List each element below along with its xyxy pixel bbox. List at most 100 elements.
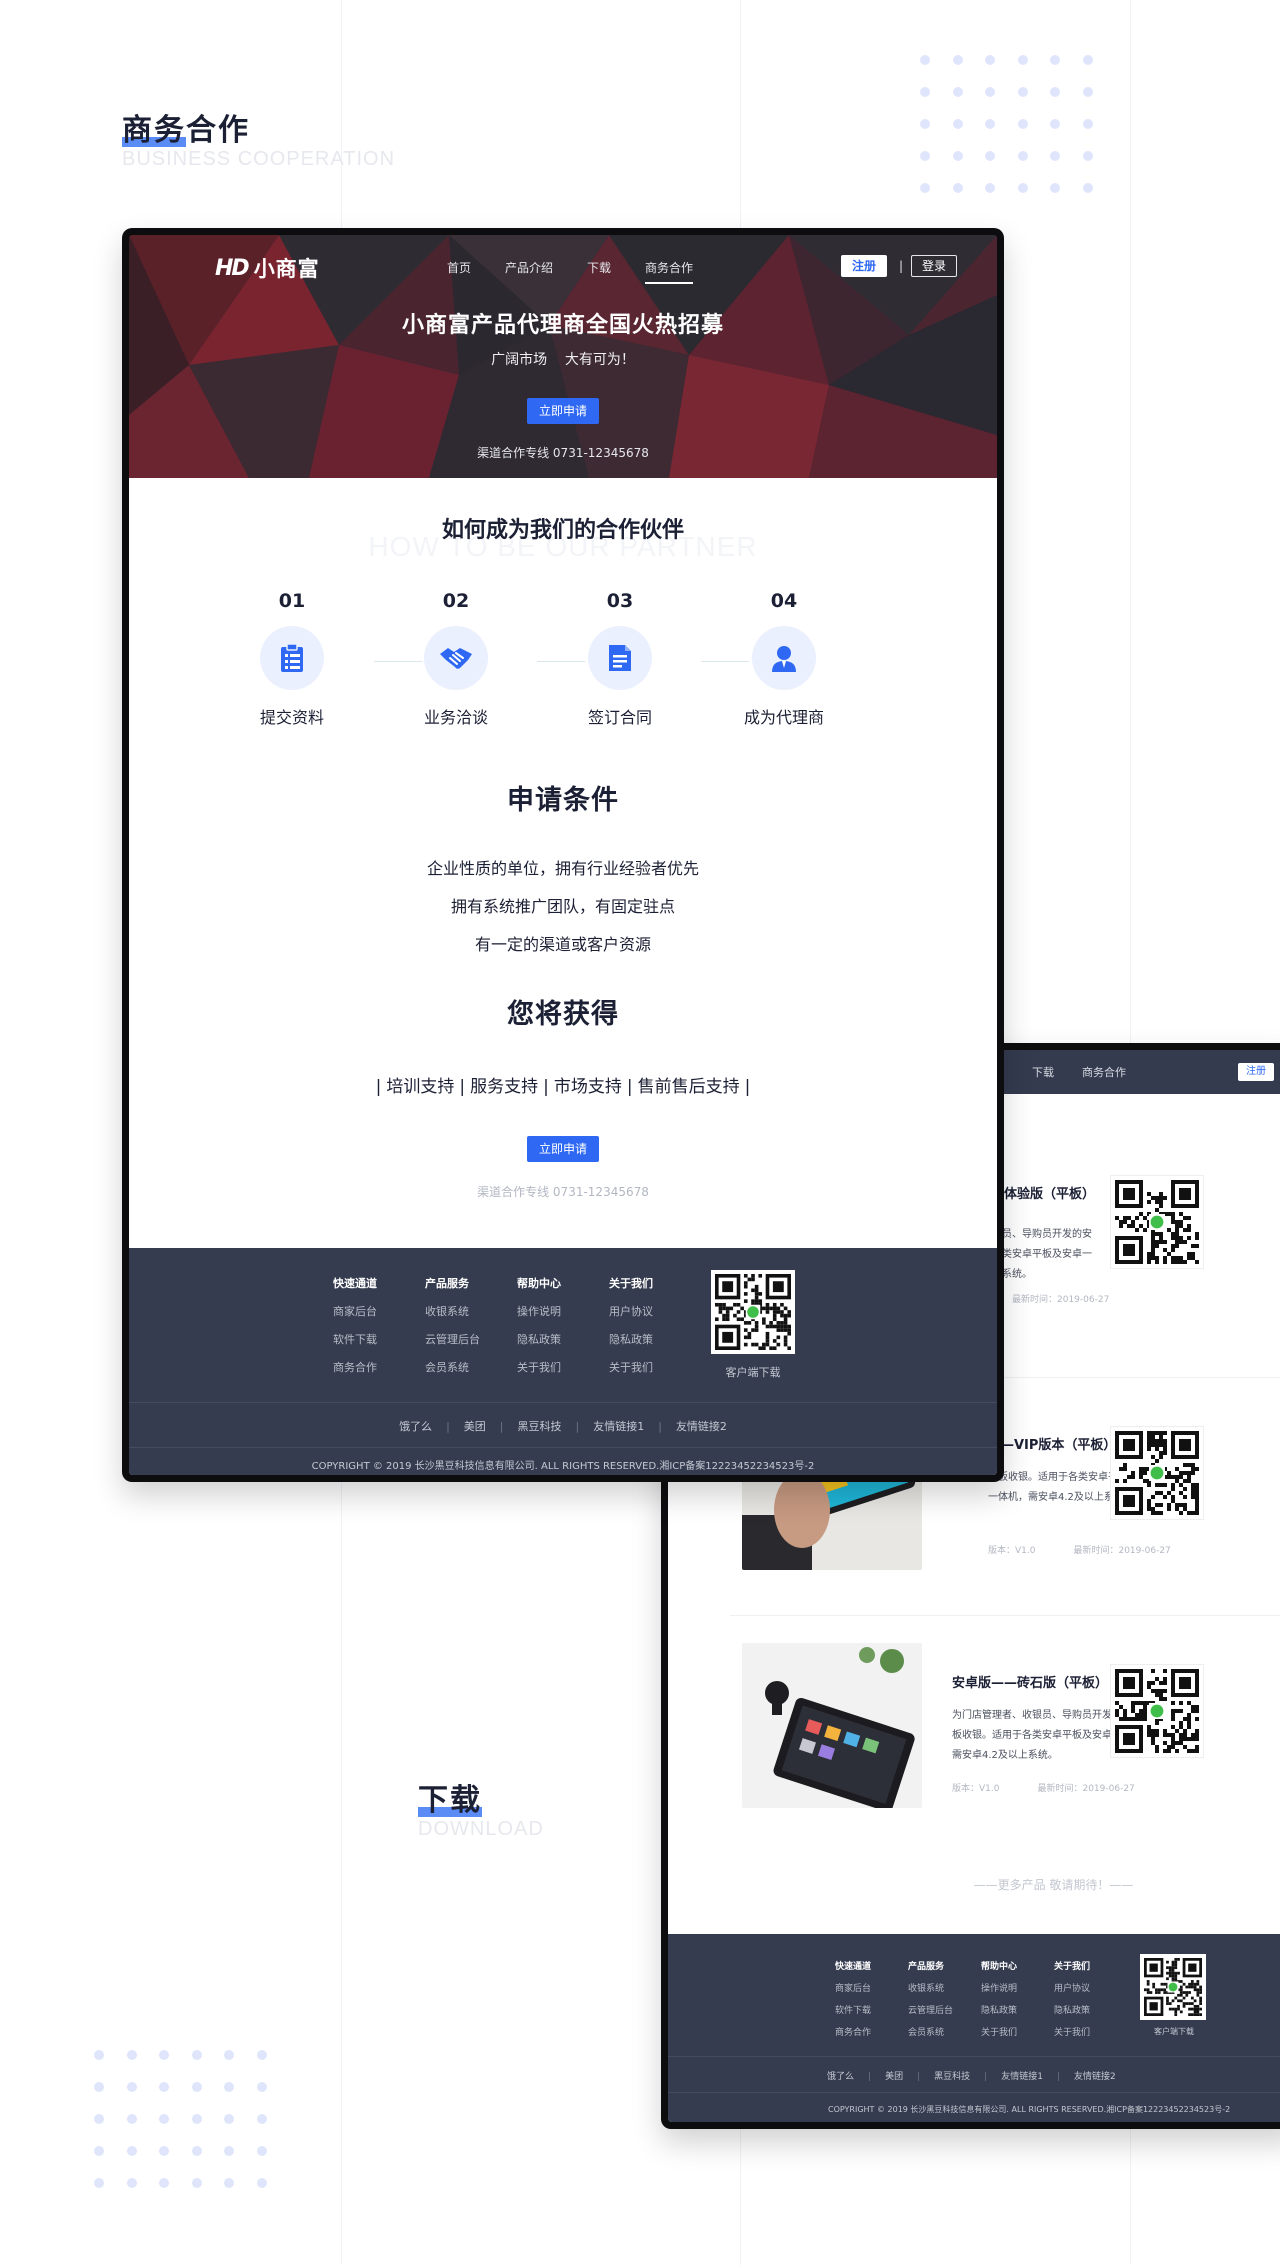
footer-friend-links: 饿了么 | 美团 | 黑豆科技 | 友情链接1 | 友情链接2 — [827, 2072, 1116, 2082]
footer-link[interactable]: 关于我们 — [609, 1354, 653, 1382]
friend-link[interactable]: 黑豆科技 — [518, 1420, 562, 1433]
condition-item: 有一定的渠道或客户资源 — [474, 935, 651, 954]
section-title-business: 商务合作 — [122, 113, 250, 148]
qr-code — [1110, 1664, 1204, 1758]
footer-qr-caption: 客户端下载 — [1154, 2027, 1194, 2036]
footer-link[interactable]: 收银系统 — [425, 1298, 480, 1326]
step-negotiate: 02 业务洽谈 — [423, 590, 488, 727]
footer-link[interactable]: 会员系统 — [425, 1354, 480, 1382]
friend-link[interactable]: 友情链接2 — [1074, 2072, 1116, 2082]
benefit-item: 售前售后支持 — [637, 1077, 740, 1097]
step-contract: 03 签订合同 — [587, 590, 652, 727]
footer-link[interactable]: 云管理后台 — [908, 2000, 953, 2022]
footer-col: 快速通道 商家后台 软件下载 商务合作 — [835, 1956, 871, 2044]
download-footer: 快速通道 商家后台 软件下载 商务合作 产品服务 收银系统 云管理后台 会员系统… — [668, 1934, 1280, 2122]
footer-friend-links: 饿了么 | 美团 | 黑豆科技 | 友情链接1 | 友情链接2 — [399, 1420, 727, 1433]
benefit-item: 服务支持 — [470, 1077, 539, 1097]
step-submit: 01 提交资料 — [259, 590, 324, 727]
footer-link[interactable]: 关于我们 — [517, 1354, 561, 1382]
footer-link[interactable]: 会员系统 — [908, 2022, 953, 2044]
footer-link[interactable]: 商家后台 — [835, 1978, 871, 2000]
section-subtitle-business: BUSINESS COOPERATION — [122, 148, 396, 170]
dot-grid-bottom — [94, 2050, 267, 2188]
friend-link[interactable]: 黑豆科技 — [934, 2072, 970, 2082]
footer-qr-code — [711, 1270, 795, 1354]
clipboard-icon — [281, 643, 303, 672]
footer-link[interactable]: 云管理后台 — [425, 1326, 480, 1354]
benefit-item: 培训支持 — [386, 1077, 455, 1097]
footer-link[interactable]: 商务合作 — [835, 2022, 871, 2044]
apply-now-button-bottom[interactable]: 立即申请 — [527, 1136, 599, 1162]
footer-link[interactable]: 商务合作 — [333, 1354, 377, 1382]
section-subtitle-download: DOWNLOAD — [418, 1818, 544, 1840]
friend-link[interactable]: 友情链接2 — [676, 1420, 727, 1433]
register-button[interactable]: 注册 — [1238, 1063, 1274, 1081]
friend-link[interactable]: 饿了么 — [827, 2072, 854, 2082]
footer-qr-code — [1140, 1954, 1206, 2020]
handshake-icon — [440, 648, 472, 669]
footer-link[interactable]: 关于我们 — [981, 2022, 1017, 2044]
footer-copyright: COPYRIGHT © 2019 长沙黑豆科技信息有限公司. ALL RIGHT… — [311, 1461, 815, 1472]
step-become-agent: 04 成为代理商 — [743, 590, 824, 727]
friend-link[interactable]: 友情链接1 — [593, 1420, 644, 1433]
friend-link[interactable]: 饿了么 — [399, 1420, 432, 1433]
logo-mark-icon: HD — [215, 255, 250, 281]
footer-link[interactable]: 隐私政策 — [609, 1326, 653, 1354]
apply-now-button[interactable]: 立即申请 — [527, 398, 599, 424]
footer-col: 产品服务 收银系统 云管理后台 会员系统 — [425, 1270, 480, 1382]
business-page-screen: HD 小商富 首页 产品介绍 下载 商务合作 注册 | 登录 小商富产品代理商全… — [129, 235, 997, 1475]
footer-copyright: COPYRIGHT © 2019 长沙黑豆科技信息有限公司. ALL RIGHT… — [828, 2105, 1231, 2114]
business-footer: 快速通道 商家后台 软件下载 商务合作 产品服务 收银系统 云管理后台 会员系统… — [129, 1248, 997, 1475]
footer-link[interactable]: 收银系统 — [908, 1978, 953, 2000]
product-meta: 版本：V1.0 最新时间：2019-06-27 — [988, 1546, 1171, 1556]
more-products-text: ——更多产品 敬请期待！—— — [973, 1878, 1134, 1892]
register-button[interactable]: 注册 — [841, 255, 887, 277]
nav-item-download[interactable]: 下载 — [587, 259, 611, 276]
benefits-list: | 培训支持 | 服务支持 | 市场支持 | 售前售后支持 | — [375, 1077, 751, 1097]
footer-col: 关于我们 用户协议 隐私政策 关于我们 — [609, 1270, 653, 1382]
nav-item-products[interactable]: 产品介绍 — [505, 259, 553, 276]
footer-link[interactable]: 软件下载 — [835, 2000, 871, 2022]
dot-grid-top — [920, 55, 1093, 193]
footer-qr-caption: 客户端下载 — [725, 1366, 781, 1379]
footer-link[interactable]: 关于我们 — [1054, 2022, 1090, 2044]
product-title: ——VIP版本（平板） — [988, 1438, 1117, 1453]
logo-text: 小商富 — [253, 257, 320, 281]
benefits-title: 您将获得 — [507, 999, 619, 1030]
footer-link[interactable]: 用户协议 — [609, 1298, 653, 1326]
hero-title: 小商富产品代理商全国火热招募 — [401, 313, 724, 338]
nav-item-business[interactable]: 商务合作 — [645, 259, 694, 284]
footer-link[interactable]: 用户协议 — [1054, 1978, 1090, 2000]
login-button[interactable]: 登录 — [911, 255, 957, 277]
footer-col: 帮助中心 操作说明 隐私政策 关于我们 — [517, 1270, 561, 1382]
nav-separator: | — [899, 259, 904, 273]
nav-item-business[interactable]: 商务合作 — [1082, 1064, 1126, 1080]
footer-link[interactable]: 隐私政策 — [517, 1326, 561, 1354]
footer-link[interactable]: 操作说明 — [517, 1298, 561, 1326]
qr-code — [1110, 1426, 1204, 1520]
friend-link[interactable]: 友情链接1 — [1001, 2072, 1043, 2082]
product-card: 安卓版——砖石版（平板） 为门店管理者、收银员、导购员开发的安卓平板收银。适用于… — [730, 1615, 1280, 1855]
footer-link[interactable]: 隐私政策 — [1054, 2000, 1090, 2022]
product-meta: 版本：V1.0 最新时间：2019-06-27 — [952, 1784, 1135, 1794]
nav-item-home[interactable]: 首页 — [447, 259, 471, 276]
nav-item-download[interactable]: 下载 — [1032, 1064, 1054, 1080]
brand-logo[interactable]: HD 小商富 — [215, 253, 320, 283]
footer-link[interactable]: 操作说明 — [981, 1978, 1017, 2000]
footer-col: 快速通道 商家后台 软件下载 商务合作 — [333, 1270, 377, 1382]
footer-link[interactable]: 商家后台 — [333, 1298, 377, 1326]
contract-icon — [609, 645, 631, 671]
footer-link[interactable]: 隐私政策 — [981, 2000, 1017, 2022]
hero-subtitle: 广阔市场 大有可为！ — [491, 352, 635, 368]
friend-link[interactable]: 美团 — [464, 1420, 486, 1433]
footer-col: 关于我们 用户协议 隐私政策 关于我们 — [1054, 1956, 1090, 2044]
hero-banner: HD 小商富 首页 产品介绍 下载 商务合作 注册 | 登录 小商富产品代理商全… — [129, 235, 997, 478]
partner-title: 如何成为我们的合作伙伴 — [441, 518, 684, 543]
product-image — [742, 1643, 922, 1808]
friend-link[interactable]: 美团 — [885, 2072, 903, 2082]
footer-link[interactable]: 软件下载 — [333, 1326, 377, 1354]
footer-col: 产品服务 收银系统 云管理后台 会员系统 — [908, 1956, 953, 2044]
product-meta: 最新时间：2019-06-27 — [1012, 1295, 1110, 1305]
hero-hotline: 渠道合作专线 0731-12345678 — [477, 446, 649, 460]
condition-item: 拥有系统推广团队，有固定驻点 — [450, 897, 675, 916]
